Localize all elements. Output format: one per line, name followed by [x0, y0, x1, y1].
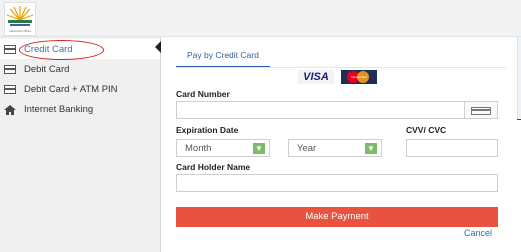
debit-card-icon: [4, 65, 16, 74]
payment-method-sidebar: Credit Card Debit Card Debit Card + ATM …: [0, 37, 161, 252]
month-value: Month: [185, 143, 212, 154]
top-bar: India Post Office: [0, 0, 521, 37]
sidebar-item-internet-banking[interactable]: Internet Banking: [0, 99, 160, 119]
logo-caption: India Post Office: [9, 29, 31, 33]
tab-label: Pay by Credit Card: [187, 50, 259, 60]
tab-pay-by-credit-card[interactable]: Pay by Credit Card: [176, 48, 270, 68]
card-holder-name-label: Card Holder Name: [176, 162, 251, 172]
tab-divider: [176, 67, 506, 68]
right-panel-edge-line: [517, 119, 521, 120]
highlight-oval: [19, 40, 104, 60]
year-select[interactable]: Year ▼: [288, 139, 382, 157]
make-payment-button[interactable]: Make Payment: [176, 207, 498, 227]
mastercard-text: MasterCard: [351, 75, 367, 79]
card-icon: [471, 107, 491, 115]
cancel-link[interactable]: Cancel: [464, 228, 492, 238]
sidebar-item-label: Debit Card + ATM PIN: [24, 84, 118, 95]
right-panel-edge: [517, 37, 521, 119]
chevron-down-icon: ▼: [365, 143, 377, 154]
sidebar-item-debit-card-atm[interactable]: Debit Card + ATM PIN: [0, 79, 160, 99]
month-select[interactable]: Month ▼: [176, 139, 270, 157]
sunburst-logo-icon: [6, 6, 34, 26]
card-number-label: Card Number: [176, 89, 230, 99]
active-indicator-arrow: [155, 41, 161, 53]
debit-card-atm-icon: [4, 85, 16, 94]
chevron-down-icon: ▼: [253, 143, 265, 154]
credit-card-icon: [4, 45, 16, 54]
sidebar-item-debit-card[interactable]: Debit Card: [0, 59, 160, 79]
card-number-input[interactable]: [176, 101, 465, 119]
year-value: Year: [297, 143, 317, 154]
sidebar-item-label: Internet Banking: [24, 104, 94, 115]
visa-logo: VISA: [298, 70, 334, 84]
cvv-label: CVV/ CVC: [406, 125, 447, 135]
card-type-button[interactable]: [464, 101, 498, 119]
logo: India Post Office: [4, 2, 36, 36]
home-icon: [4, 105, 16, 115]
expiration-date-label: Expiration Date: [176, 125, 239, 135]
cvv-input[interactable]: [406, 139, 498, 157]
sidebar-item-label: Debit Card: [24, 64, 70, 75]
card-holder-name-input[interactable]: [176, 174, 498, 192]
mastercard-logo: MasterCard: [341, 70, 377, 84]
